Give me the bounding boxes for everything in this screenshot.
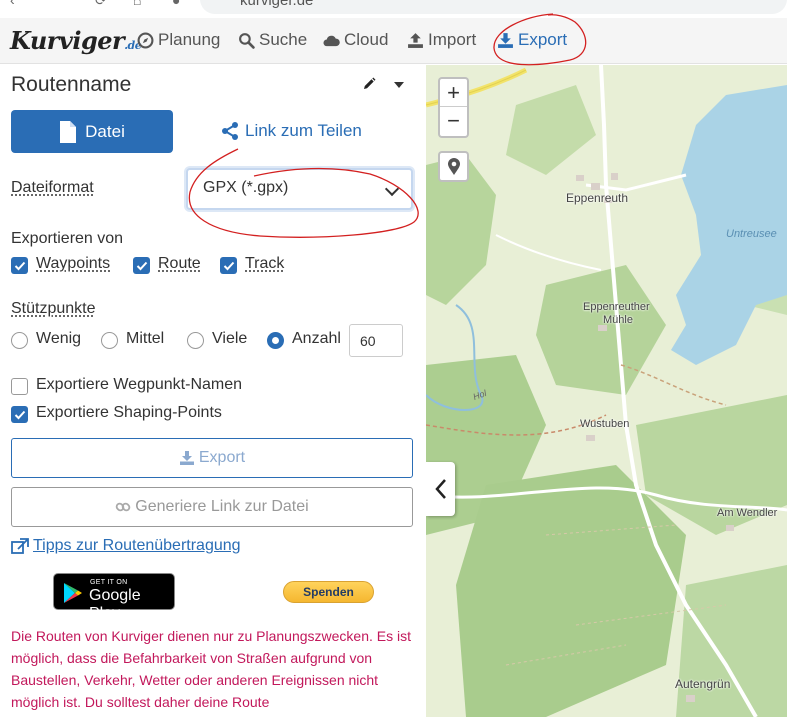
map-marker-icon <box>447 157 460 175</box>
google-play-badge[interactable]: GET IT ON Google Play <box>53 573 175 622</box>
lake-label: Untreusee <box>726 228 777 240</box>
place-label: Eppenreuth <box>566 191 629 205</box>
radio-anzahl-label: Anzahl <box>292 330 341 347</box>
file-button[interactable]: Datei <box>11 110 173 153</box>
nav-export[interactable]: Export <box>497 30 567 50</box>
tips-link[interactable]: Tipps zur Routenübertragung <box>11 537 241 555</box>
generate-link-button[interactable]: Generiere Link zur Datei <box>11 487 413 527</box>
cloud-icon <box>323 35 340 46</box>
share-icon <box>222 122 238 140</box>
nav-import[interactable]: Import <box>407 30 476 50</box>
zoom-out-button[interactable]: − <box>440 107 467 135</box>
radio-wenig-label: Wenig <box>36 330 82 347</box>
donate-button[interactable]: Spenden <box>283 581 374 603</box>
upload-icon <box>408 32 423 48</box>
nav-planung[interactable]: Planung <box>137 30 220 50</box>
locate-button[interactable] <box>438 151 469 182</box>
radio-anzahl[interactable] <box>267 332 284 349</box>
support-points-label: Stützpunkte <box>11 300 96 317</box>
track-checkbox[interactable] <box>220 257 237 274</box>
chevron-down-icon <box>384 181 400 197</box>
radio-viele-label: Viele <box>212 330 248 347</box>
export-button[interactable]: Export <box>11 438 413 478</box>
place-label: Mühle <box>603 314 633 326</box>
place-label: Am Wendler <box>717 507 778 519</box>
reload-icon[interactable]: ⟳ <box>95 0 107 9</box>
format-select[interactable]: GPX (*.gpx) <box>186 168 413 210</box>
track-label: Track <box>245 255 285 272</box>
nav-suche[interactable]: Suche <box>238 30 307 50</box>
format-label: Dateiformat <box>11 179 94 196</box>
zoom-control: + − <box>438 77 469 138</box>
top-navbar: Kurviger.de Planung Suche Cloud Import E… <box>0 18 787 64</box>
file-icon <box>60 120 77 143</box>
kurviger-logo[interactable]: Kurviger.de <box>10 26 142 55</box>
back-icon[interactable]: ‹ <box>10 0 15 8</box>
radio-mittel-label: Mittel <box>126 330 165 347</box>
export-from-label: Exportieren von <box>11 230 124 247</box>
google-play-icon <box>64 583 82 603</box>
address-text: kurviger.de <box>240 0 314 9</box>
waypoints-checkbox[interactable] <box>11 257 28 274</box>
nav-cloud[interactable]: Cloud <box>323 30 388 50</box>
pencil-icon[interactable] <box>362 77 376 91</box>
download-icon <box>498 32 513 48</box>
external-link-icon <box>11 538 29 554</box>
route-name[interactable]: Routenname <box>11 73 131 97</box>
compass-icon <box>137 32 154 48</box>
radio-wenig[interactable] <box>11 332 28 349</box>
place-label: Eppenreuther <box>583 301 650 313</box>
route-label: Route <box>158 255 201 272</box>
download-icon <box>179 451 194 465</box>
route-checkbox[interactable] <box>133 257 150 274</box>
waypoint-names-checkbox[interactable] <box>11 378 28 395</box>
support-points-count-input[interactable]: 60 <box>349 324 403 357</box>
export-panel: Routenname Datei Link zum Teilen Dateifo… <box>0 65 426 717</box>
link-icon <box>116 502 131 512</box>
caret-down-icon[interactable] <box>394 82 404 88</box>
disclaimer-text: Die Routen von Kurviger dienen nur zu Pl… <box>11 628 411 710</box>
shaping-points-checkbox[interactable] <box>11 406 28 423</box>
chevron-left-icon <box>434 479 446 499</box>
waypoints-label: Waypoints <box>36 255 111 272</box>
zoom-in-button[interactable]: + <box>440 79 467 107</box>
place-label: Wustuben <box>580 418 630 430</box>
radio-mittel[interactable] <box>101 332 118 349</box>
shaping-points-label: Exportiere Shaping-Points <box>36 404 222 421</box>
search-icon <box>239 32 255 49</box>
home-icon[interactable]: ⌂ <box>133 0 141 8</box>
map-view[interactable]: + − Eppenreuth Eppenreuther Mühle Wustub… <box>426 65 787 717</box>
radio-viele[interactable] <box>187 332 204 349</box>
place-label: Autengrün <box>675 677 731 691</box>
waypoint-names-label: Exportiere Wegpunkt-Namen <box>36 376 243 393</box>
info-icon[interactable]: ● <box>172 0 180 8</box>
browser-toolbar: ‹ ⟳ ⌂ ● kurviger.de <box>0 0 787 18</box>
collapse-sidebar-button[interactable] <box>426 462 455 516</box>
share-link[interactable]: Link zum Teilen <box>220 121 362 141</box>
